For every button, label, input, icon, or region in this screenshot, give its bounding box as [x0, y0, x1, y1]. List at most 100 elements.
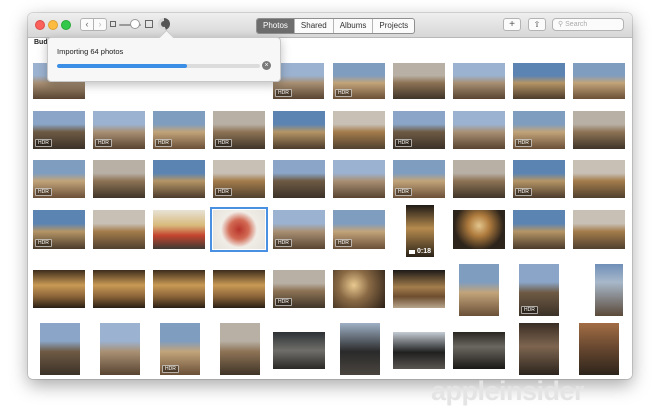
photo-thumbnail[interactable] — [93, 160, 145, 198]
photo-thumbnail[interactable]: HDR — [33, 210, 85, 249]
hdr-badge: HDR — [95, 139, 112, 147]
photo-thumbnail[interactable]: HDR — [333, 210, 385, 249]
photo-thumbnail[interactable] — [33, 270, 85, 308]
small-thumbnail-icon — [110, 21, 116, 27]
zoom-slider-knob[interactable] — [130, 19, 140, 29]
photo-thumbnail[interactable] — [153, 160, 205, 198]
photo-thumbnail[interactable] — [40, 323, 80, 375]
zoom-window-button[interactable] — [61, 20, 71, 30]
photo-thumbnail[interactable] — [100, 323, 140, 375]
photo-thumbnail[interactable] — [453, 111, 505, 149]
photo-thumbnail[interactable] — [595, 264, 623, 316]
import-status: Importing 64 photos — [57, 47, 124, 56]
photo-thumbnail[interactable] — [393, 332, 445, 369]
video-duration: 0:18 — [416, 248, 431, 255]
photo-thumbnail[interactable] — [393, 270, 445, 308]
photo-thumbnail[interactable] — [213, 270, 265, 308]
photo-thumbnail[interactable] — [220, 323, 260, 375]
photo-thumbnail[interactable] — [513, 210, 565, 249]
progress-ring-icon[interactable] — [158, 18, 170, 30]
plus-icon: + — [509, 19, 515, 30]
photo-thumbnail[interactable] — [453, 63, 505, 99]
search-placeholder: Search — [565, 21, 588, 28]
photo-thumbnail[interactable]: HDR — [213, 111, 265, 149]
photo-content: HDR HDR HDR HDR HDR HDR HDR HDR HDR HDR HDR HDR HDR H… — [28, 38, 632, 379]
photo-thumbnail[interactable]: HDR — [213, 160, 265, 198]
photo-thumbnail[interactable] — [273, 332, 325, 369]
photo-grid: HDR HDR HDR HDR HDR HDR HDR HDR HDR HDR HDR HDR HDR H… — [28, 38, 632, 379]
photo-thumbnail[interactable] — [333, 160, 385, 198]
photo-thumbnail[interactable] — [453, 210, 505, 249]
close-icon: × — [264, 62, 269, 69]
import-progress-bar — [57, 64, 260, 68]
import-popover: Importing 64 photos × — [47, 29, 281, 82]
photo-thumbnail[interactable] — [153, 210, 205, 249]
photo-thumbnail[interactable]: HDR — [513, 111, 565, 149]
photo-thumbnail[interactable]: HDR — [33, 160, 85, 198]
photo-thumbnail[interactable] — [93, 270, 145, 308]
search-icon: ⚲ — [558, 21, 564, 28]
close-window-button[interactable] — [35, 20, 45, 30]
photo-thumbnail[interactable]: HDR — [393, 160, 445, 198]
minimize-window-button[interactable] — [48, 20, 58, 30]
photo-thumbnail[interactable] — [513, 63, 565, 99]
large-thumbnail-icon — [145, 20, 153, 28]
photo-thumbnail[interactable]: HDR — [393, 111, 445, 149]
hdr-badge: HDR — [515, 139, 532, 147]
back-button[interactable]: ‹ — [80, 18, 94, 31]
tab-photos[interactable]: Photos — [257, 19, 294, 33]
photo-thumbnail[interactable]: HDR — [93, 111, 145, 149]
photo-thumbnail[interactable] — [273, 160, 325, 198]
photo-thumbnail[interactable] — [333, 111, 385, 149]
video-thumbnail[interactable]: 0:18 — [406, 205, 434, 257]
import-progress-fill — [57, 64, 187, 68]
hdr-badge: HDR — [521, 306, 538, 314]
tab-shared[interactable]: Shared — [293, 19, 333, 33]
section-title: Bud — [34, 39, 48, 46]
hdr-badge: HDR — [35, 239, 52, 247]
photo-thumbnail[interactable] — [333, 270, 385, 308]
photo-thumbnail[interactable]: HDR — [273, 210, 325, 249]
photo-thumbnail[interactable] — [573, 160, 625, 198]
photo-thumbnail[interactable] — [573, 111, 625, 149]
hdr-badge: HDR — [162, 365, 179, 373]
tab-projects[interactable]: Projects — [372, 19, 414, 33]
hdr-badge: HDR — [35, 188, 52, 196]
photo-thumbnail[interactable] — [453, 332, 505, 369]
photo-thumbnail[interactable]: HDR — [333, 63, 385, 99]
photo-thumbnail[interactable] — [210, 207, 268, 252]
photo-thumbnail[interactable] — [393, 63, 445, 99]
photo-thumbnail[interactable] — [340, 323, 380, 375]
hdr-badge: HDR — [275, 239, 292, 247]
photo-thumbnail[interactable] — [459, 264, 499, 316]
hdr-badge: HDR — [275, 89, 292, 97]
forward-button[interactable]: › — [93, 18, 107, 31]
hdr-badge: HDR — [395, 139, 412, 147]
hdr-badge: HDR — [155, 139, 172, 147]
hdr-badge: HDR — [215, 139, 232, 147]
photo-thumbnail[interactable] — [273, 111, 325, 149]
share-button[interactable]: ⇧ — [528, 18, 546, 31]
view-tabs: Photos Shared Albums Projects — [256, 18, 416, 34]
photo-thumbnail[interactable] — [573, 210, 625, 249]
photo-thumbnail[interactable]: HDR — [160, 323, 200, 375]
video-camera-icon — [409, 250, 415, 254]
photo-thumbnail[interactable]: HDR — [519, 264, 559, 316]
photo-thumbnail[interactable]: HDR — [33, 111, 85, 149]
search-input[interactable]: ⚲ Search — [552, 18, 624, 31]
photo-thumbnail[interactable] — [573, 63, 625, 99]
photo-thumbnail[interactable] — [519, 323, 559, 375]
photo-thumbnail[interactable] — [579, 323, 619, 375]
hdr-badge: HDR — [335, 239, 352, 247]
add-button[interactable]: + — [503, 18, 521, 31]
cancel-import-button[interactable]: × — [262, 61, 271, 70]
hdr-badge: HDR — [35, 139, 52, 147]
photo-thumbnail[interactable]: HDR — [273, 270, 325, 308]
photo-thumbnail[interactable] — [453, 160, 505, 198]
hdr-badge: HDR — [395, 188, 412, 196]
photo-thumbnail[interactable] — [93, 210, 145, 249]
photo-thumbnail[interactable] — [153, 270, 205, 308]
photo-thumbnail[interactable]: HDR — [513, 160, 565, 198]
tab-albums[interactable]: Albums — [332, 19, 373, 33]
photo-thumbnail[interactable]: HDR — [153, 111, 205, 149]
